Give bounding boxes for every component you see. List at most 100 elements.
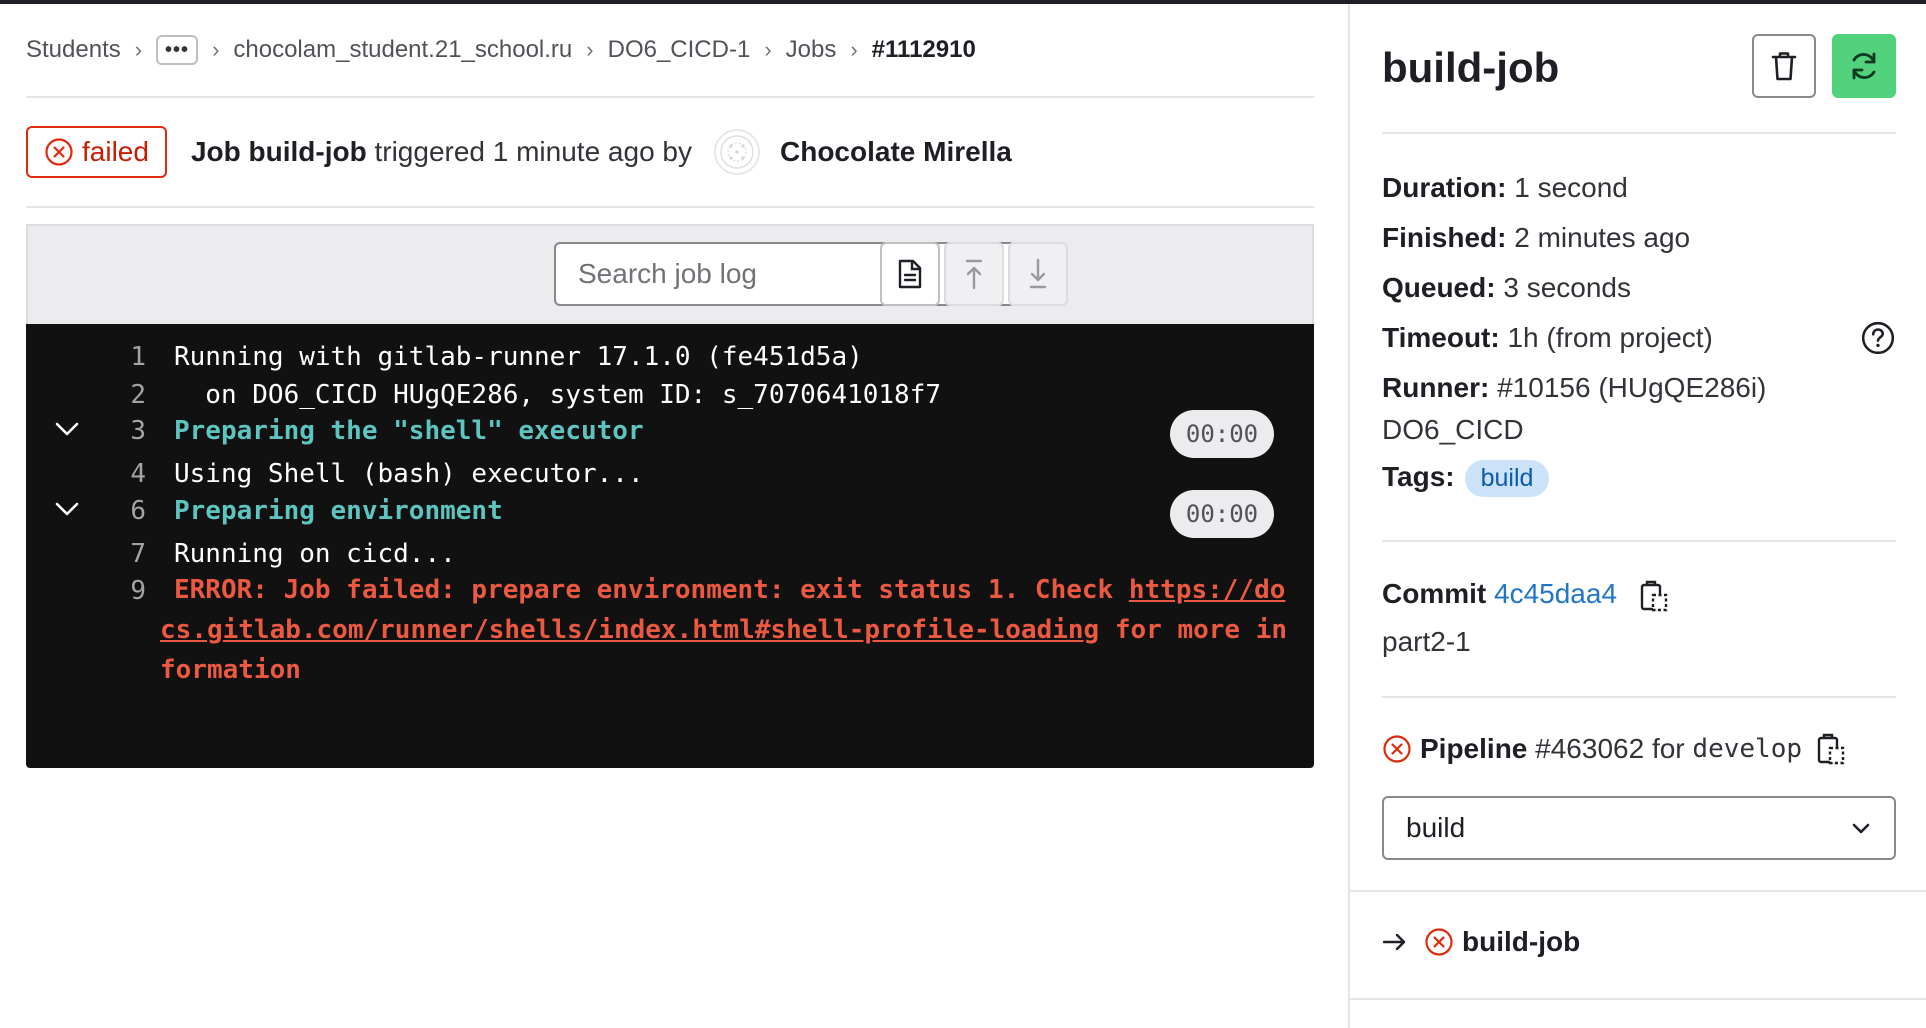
queued-value: 3 seconds (1503, 272, 1631, 303)
chevron-down-icon (1852, 823, 1870, 834)
erase-job-button[interactable] (1752, 34, 1816, 98)
log-section-title: Preparing environment (174, 496, 503, 526)
queued-row: Queued: 3 seconds (1382, 272, 1631, 304)
breadcrumb-separator: › (134, 37, 143, 62)
chevron-down-icon[interactable] (52, 494, 82, 524)
pipeline-ref[interactable]: develop (1692, 734, 1802, 764)
log-text: Using Shell (bash) executor... (174, 459, 644, 489)
duration-label: Duration: (1382, 172, 1507, 203)
queued-label: Queued: (1382, 272, 1496, 303)
job-log: 1 Running with gitlab-runner 17.1.0 (fe4… (26, 324, 1314, 768)
pipeline-id-link[interactable]: #463062 (1535, 733, 1644, 765)
stage-selected-value: build (1406, 812, 1466, 843)
divider (1350, 998, 1926, 1000)
chevron-down-icon[interactable] (52, 414, 82, 444)
commit-label: Commit (1382, 578, 1487, 609)
status-label: failed (82, 136, 149, 167)
commit-sha-link[interactable]: 4c45daa4 (1494, 578, 1617, 609)
avatar[interactable] (714, 129, 760, 175)
job-list-item-name: build-job (1462, 926, 1581, 957)
copy-icon[interactable] (1816, 732, 1846, 766)
job-main: Students › ••• › chocolam_student.21_sch… (26, 4, 1314, 768)
pipeline-label: Pipeline (1420, 733, 1528, 764)
raw-log-icon (898, 259, 922, 289)
tags-label: Tags: (1382, 461, 1455, 492)
tags-row: Tags: build (1382, 460, 1550, 497)
divider (1382, 540, 1896, 542)
job-title: Job build-job triggered 1 minute ago by (191, 136, 692, 168)
line-number[interactable]: 7 (96, 539, 146, 569)
triggered-text: triggered 1 minute ago by (374, 136, 692, 167)
finished-value: 2 minutes ago (1514, 222, 1691, 253)
user-name-link[interactable]: Chocolate Mirella (780, 136, 1012, 168)
runner-name: DO6_CICD (1382, 414, 1524, 445)
line-number[interactable]: 1 (96, 342, 146, 372)
timeout-label: Timeout: (1382, 322, 1500, 353)
sidebar-job-title: build-job (1382, 44, 1560, 91)
breadcrumb-current-job[interactable]: #1112910 (872, 36, 976, 64)
status-badge[interactable]: failed (26, 126, 167, 178)
job-prefix: Job (190, 136, 241, 167)
trash-icon (1771, 52, 1797, 81)
log-section-title: Preparing the "shell" executor (174, 416, 644, 446)
line-number[interactable]: 3 (96, 416, 146, 446)
duration-value: 1 second (1514, 172, 1628, 203)
retry-icon (1852, 52, 1876, 80)
commit-row: Commit 4c45daa4 (1382, 578, 1669, 613)
section-duration-badge: 00:00 (1170, 490, 1274, 538)
job-list-item[interactable]: build-job (1382, 926, 1580, 958)
scroll-bottom-icon (1029, 258, 1047, 289)
avatar-pattern-icon (720, 135, 754, 169)
commit-message: part2-1 (1382, 626, 1471, 657)
timeout-row: Timeout: 1h (from project) (1382, 322, 1713, 354)
error-message: ERROR: Job failed: prepare environment: … (160, 570, 1290, 690)
scroll-to-top-button[interactable] (944, 242, 1004, 306)
breadcrumb-separator: › (212, 37, 220, 62)
breadcrumb-jobs[interactable]: Jobs (786, 36, 837, 64)
job-sidebar: build-job Duration: 1 second Finished: 2… (1348, 4, 1926, 1028)
breadcrumb-separator: › (586, 37, 594, 62)
line-number[interactable]: 6 (96, 496, 146, 526)
copy-icon[interactable] (1639, 579, 1669, 613)
log-text: Running with gitlab-runner 17.1.0 (fe451… (174, 342, 863, 372)
breadcrumb-namespace[interactable]: chocolam_student.21_school.ru (233, 36, 572, 64)
x-circle-icon (1383, 735, 1411, 763)
raw-log-button[interactable] (880, 242, 940, 306)
breadcrumb-ellipsis-button[interactable]: ••• (156, 35, 199, 65)
line-number[interactable]: 2 (96, 380, 146, 410)
pipeline-row: Pipeline #463062 for develop (1382, 732, 1846, 766)
timeout-value: 1h (from project) (1507, 322, 1713, 353)
duration-row: Duration: 1 second (1382, 172, 1628, 204)
log-toolbar (26, 224, 1314, 324)
breadcrumb: Students › ••• › chocolam_student.21_sch… (26, 4, 1314, 98)
x-circle-icon (1425, 928, 1453, 956)
finished-label: Finished: (1382, 222, 1507, 253)
log-text: on DO6_CICD HUgQE286, system ID: s_70706… (174, 380, 942, 410)
runner-row: Runner: #10156 (HUgQE286i) (1382, 372, 1766, 404)
divider (1382, 132, 1896, 134)
breadcrumb-separator: › (850, 37, 858, 62)
breadcrumb-separator: › (764, 37, 772, 62)
pipeline-for: for (1651, 733, 1685, 764)
line-number[interactable]: 4 (96, 459, 146, 489)
scroll-to-bottom-button[interactable] (1008, 242, 1068, 306)
job-header: failed Job build-job triggered 1 minute … (26, 98, 1314, 208)
stage-dropdown[interactable]: build (1382, 796, 1896, 860)
error-prefix: ERROR: Job failed: prepare environment: … (174, 575, 1114, 605)
runner-label: Runner: (1382, 372, 1490, 403)
divider (1382, 696, 1896, 698)
retry-job-button[interactable] (1832, 34, 1896, 98)
finished-row: Finished: 2 minutes ago (1382, 222, 1690, 254)
section-duration-badge: 00:00 (1170, 410, 1274, 458)
tag-badge: build (1464, 460, 1550, 497)
breadcrumb-project[interactable]: DO6_CICD-1 (608, 36, 751, 64)
divider (1350, 890, 1926, 892)
arrow-right-icon (1382, 933, 1406, 951)
x-circle-icon (45, 138, 73, 166)
question-icon[interactable] (1860, 320, 1896, 356)
log-text: Running on cicd... (174, 539, 456, 569)
job-name: build-job (248, 136, 367, 167)
line-number[interactable]: 9 (96, 576, 146, 606)
breadcrumb-students[interactable]: Students (26, 36, 121, 64)
scroll-top-icon (965, 259, 983, 290)
